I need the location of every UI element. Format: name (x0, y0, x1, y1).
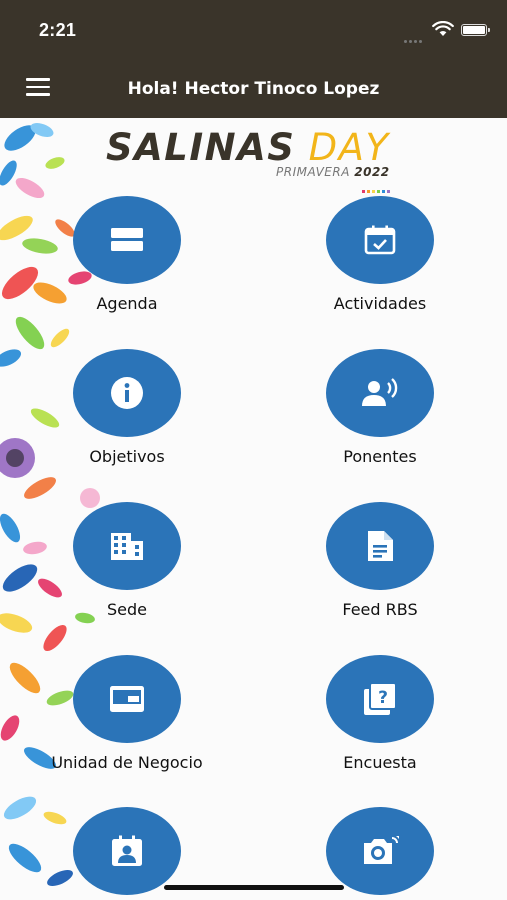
greeting-title: Hola! Hector Tinoco Lopez (127, 79, 380, 99)
tile-label-actividades: Actividades (333, 294, 427, 313)
salinas-day-logo: SALINAS DAY PRIMAVERA 2022 (104, 122, 404, 193)
survey-icon: ? (326, 655, 434, 743)
logo-day-text: DAY (308, 126, 390, 169)
speaker-icon (326, 349, 434, 437)
agenda-icon (73, 196, 181, 284)
tile-label-agenda: Agenda (96, 294, 158, 313)
logo-year: 2022 (354, 165, 390, 179)
tile-label-objetivos: Objetivos (89, 447, 165, 466)
signal-dots-icon (404, 30, 424, 48)
tile-label-unidad-de-negocio: Unidad de Negocio (51, 753, 203, 772)
card-icon (73, 655, 181, 743)
tile-label-ponentes: Ponentes (343, 447, 417, 466)
menu-tile-agenda[interactable]: Agenda (17, 196, 237, 326)
building-icon (73, 502, 181, 590)
menu-tile-actividades[interactable]: Actividades (270, 196, 490, 326)
svg-text:?: ? (378, 688, 388, 708)
menu-tile-encuesta[interactable]: ? Encuesta (270, 655, 490, 785)
wifi-icon (432, 20, 454, 42)
logo-salinas-text: SALINAS (106, 126, 296, 169)
status-bar: 2:21 (0, 0, 507, 62)
menu-tile-ponentes[interactable]: Ponentes (270, 349, 490, 479)
home-indicator[interactable] (164, 885, 344, 890)
document-icon (326, 502, 434, 590)
calendar-check-icon (326, 196, 434, 284)
camera-icon (326, 807, 434, 895)
menu-tile-sede[interactable]: Sede (17, 502, 237, 632)
tile-label-encuesta: Encuesta (343, 753, 417, 772)
battery-icon (461, 24, 490, 36)
tile-label-sede: Sede (107, 600, 147, 619)
status-time: 2:21 (39, 20, 77, 40)
main-content: SALINAS DAY PRIMAVERA 2022 Agenda Activi… (0, 118, 507, 900)
contact-badge-icon (73, 807, 181, 895)
logo-subtitle: PRIMAVERA (276, 165, 350, 179)
menu-tile-unidad-de-negocio[interactable]: Unidad de Negocio (17, 655, 237, 785)
tile-label-feed-rbs: Feed RBS (342, 600, 418, 619)
info-icon (73, 349, 181, 437)
menu-tile-objetivos[interactable]: Objetivos (17, 349, 237, 479)
menu-tile-feed-rbs[interactable]: Feed RBS (270, 502, 490, 632)
